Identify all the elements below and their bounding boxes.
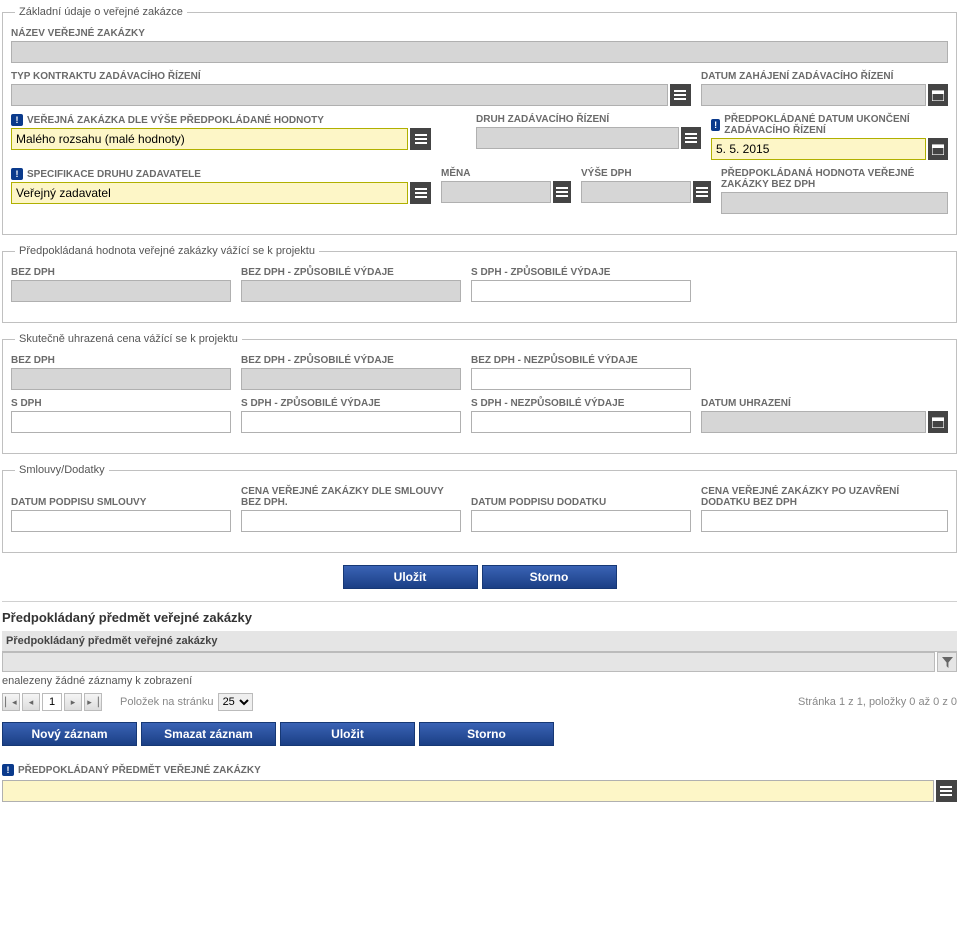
label-s3-bez-dph-nezp: BEZ DPH - NEZPŮSOBILÉ VÝDAJE — [471, 355, 691, 366]
grid-empty-message: enalezeny žádné záznamy k zobrazení — [2, 672, 957, 690]
input-bez-dph[interactable] — [11, 280, 231, 302]
input-nazev[interactable] — [11, 41, 948, 63]
pager-first-button[interactable]: ▏◂ — [2, 693, 20, 711]
calendar-icon-button[interactable] — [928, 84, 948, 106]
input-s-dph-zp[interactable] — [471, 280, 691, 302]
list-icon-button[interactable] — [670, 84, 691, 106]
select-items-per[interactable]: 25 — [218, 693, 253, 711]
label-datum-podpisu-dod: DATUM PODPISU DODATKU — [471, 486, 691, 508]
input-vz-dle-vyse[interactable] — [11, 128, 408, 150]
input-s3-bez-dph[interactable] — [11, 368, 231, 390]
label-druh: DRUH ZADÁVACÍHO ŘÍZENÍ — [476, 114, 701, 125]
input-datum-podpisu-dod[interactable] — [471, 510, 691, 532]
label-datum-podpisu-sml: DATUM PODPISU SMLOUVY — [11, 486, 231, 508]
label-predp-hodnota: PŘEDPOKLÁDANÁ HODNOTA VEŘEJNÉ ZAKÁZKY BE… — [721, 168, 948, 190]
label-bez-dph: BEZ DPH — [11, 267, 231, 278]
input-s3-s-dph[interactable] — [11, 411, 231, 433]
fieldset-predp-hodnota-projekt: Předpokládaná hodnota veřejné zakázky vá… — [2, 245, 957, 323]
pager-page-input[interactable] — [42, 693, 62, 711]
label-s3-bez-dph: BEZ DPH — [11, 355, 231, 366]
input-s3-s-dph-nezp[interactable] — [471, 411, 691, 433]
list-icon-button[interactable] — [410, 182, 431, 204]
label-cena-sml: CENA VEŘEJNÉ ZAKÁZKY DLE SMLOUVY BEZ DPH… — [241, 486, 461, 508]
input-cena-dod[interactable] — [701, 510, 948, 532]
section-title-predp-predmet: Předpokládaný předmět veřejné zakázky — [2, 610, 957, 625]
filter-icon-button[interactable] — [937, 652, 957, 672]
delete-record-button[interactable]: Smazat záznam — [141, 722, 276, 746]
input-s3-bez-dph-zp[interactable] — [241, 368, 461, 390]
required-icon: ! — [11, 168, 23, 180]
list-icon-button[interactable] — [410, 128, 431, 150]
label-s3-bez-dph-zp: BEZ DPH - ZPŮSOBILÉ VÝDAJE — [241, 355, 461, 366]
input-datum-podpisu-sml[interactable] — [11, 510, 231, 532]
input-predp-datum-uk[interactable] — [711, 138, 926, 160]
list-icon-button[interactable] — [693, 181, 711, 203]
fieldset-skutecne-uhrazena: Skutečně uhrazená cena vážící se k proje… — [2, 333, 957, 454]
cancel-button-2[interactable]: Storno — [419, 722, 554, 746]
label-s3-s-dph-zp: S DPH - ZPŮSOBILÉ VÝDAJE — [241, 398, 461, 409]
label-bez-dph-zp: BEZ DPH - ZPŮSOBILÉ VÝDAJE — [241, 267, 461, 278]
grid-filter-input[interactable] — [2, 652, 935, 672]
list-icon-button[interactable] — [681, 127, 701, 149]
input-s3-bez-dph-nezp[interactable] — [471, 368, 691, 390]
pager-next-button[interactable]: ▸ — [64, 693, 82, 711]
legend-predp: Předpokládaná hodnota veřejné zakázky vá… — [15, 245, 319, 257]
required-icon: ! — [711, 119, 720, 131]
pager: ▏◂ ◂ ▸ ▸▕ Položek na stránku 25 Stránka … — [2, 690, 957, 714]
list-icon-button[interactable] — [553, 181, 571, 203]
cancel-button[interactable]: Storno — [482, 565, 617, 589]
label-datum-zahajeni: DATUM ZAHÁJENÍ ZADÁVACÍHO ŘÍZENÍ — [701, 71, 948, 82]
label-nazev: NÁZEV VEŘEJNÉ ZAKÁZKY — [11, 28, 948, 39]
input-spec-druhu[interactable] — [11, 182, 408, 204]
pager-prev-button[interactable]: ◂ — [22, 693, 40, 711]
fieldset-basic-info: Základní údaje o veřejné zakázce NÁZEV V… — [2, 6, 957, 235]
input-predp-predmet[interactable] — [2, 780, 934, 802]
fieldset-smlouvy-dodatky: Smlouvy/Dodatky DATUM PODPISU SMLOUVY CE… — [2, 464, 957, 553]
label-vyse-dph: VÝŠE DPH — [581, 168, 711, 179]
input-mena[interactable] — [441, 181, 551, 203]
label-mena: MĚNA — [441, 168, 571, 179]
grid-column-header[interactable]: Předpokládaný předmět veřejné zakázky — [2, 631, 957, 652]
calendar-icon-button[interactable] — [928, 138, 948, 160]
label-items-per: Položek na stránku — [120, 696, 214, 708]
pager-status: Stránka 1 z 1, položky 0 až 0 z 0 — [798, 696, 957, 708]
legend-basic: Základní údaje o veřejné zakázce — [15, 6, 187, 18]
label-s3-s-dph-nezp: S DPH - NEZPŮSOBILÉ VÝDAJE — [471, 398, 691, 409]
separator — [2, 601, 957, 602]
input-bez-dph-zp[interactable] — [241, 280, 461, 302]
label-predp-predmet: ! PŘEDPOKLÁDANÝ PŘEDMĚT VEŘEJNÉ ZAKÁZKY — [2, 764, 957, 776]
list-icon-button[interactable] — [936, 780, 957, 802]
label-vz-dle-vyse: !VEŘEJNÁ ZAKÁZKA DLE VÝŠE PŘEDPOKLÁDANÉ … — [11, 114, 431, 126]
save-button[interactable]: Uložit — [343, 565, 478, 589]
label-predp-datum-uk: !PŘEDPOKLÁDANÉ DATUM UKONČENÍ ZADÁVACÍHO… — [711, 114, 948, 136]
input-s3-s-dph-zp[interactable] — [241, 411, 461, 433]
input-predp-hodnota[interactable] — [721, 192, 948, 214]
required-icon: ! — [11, 114, 23, 126]
label-s3-s-dph: S DPH — [11, 398, 231, 409]
save-button-2[interactable]: Uložit — [280, 722, 415, 746]
input-cena-sml[interactable] — [241, 510, 461, 532]
label-cena-dod: CENA VEŘEJNÉ ZAKÁZKY PO UZAVŘENÍ DODATKU… — [701, 486, 948, 508]
input-datum-zahajeni[interactable] — [701, 84, 926, 106]
label-datum-uhr: DATUM UHRAZENÍ — [701, 398, 948, 409]
input-druh[interactable] — [476, 127, 679, 149]
input-typ-kontraktu[interactable] — [11, 84, 668, 106]
label-typ-kontraktu: TYP KONTRAKTU ZADÁVACÍHO ŘÍZENÍ — [11, 71, 691, 82]
legend-skutecne: Skutečně uhrazená cena vážící se k proje… — [15, 333, 242, 345]
required-icon: ! — [2, 764, 14, 776]
label-s-dph-zp: S DPH - ZPŮSOBILÉ VÝDAJE — [471, 267, 691, 278]
calendar-icon-button[interactable] — [928, 411, 948, 433]
legend-smlouvy: Smlouvy/Dodatky — [15, 464, 109, 476]
pager-last-button[interactable]: ▸▕ — [84, 693, 102, 711]
new-record-button[interactable]: Nový záznam — [2, 722, 137, 746]
input-vyse-dph[interactable] — [581, 181, 691, 203]
label-spec-druhu: !SPECIFIKACE DRUHU ZADAVATELE — [11, 168, 431, 180]
input-datum-uhr[interactable] — [701, 411, 926, 433]
